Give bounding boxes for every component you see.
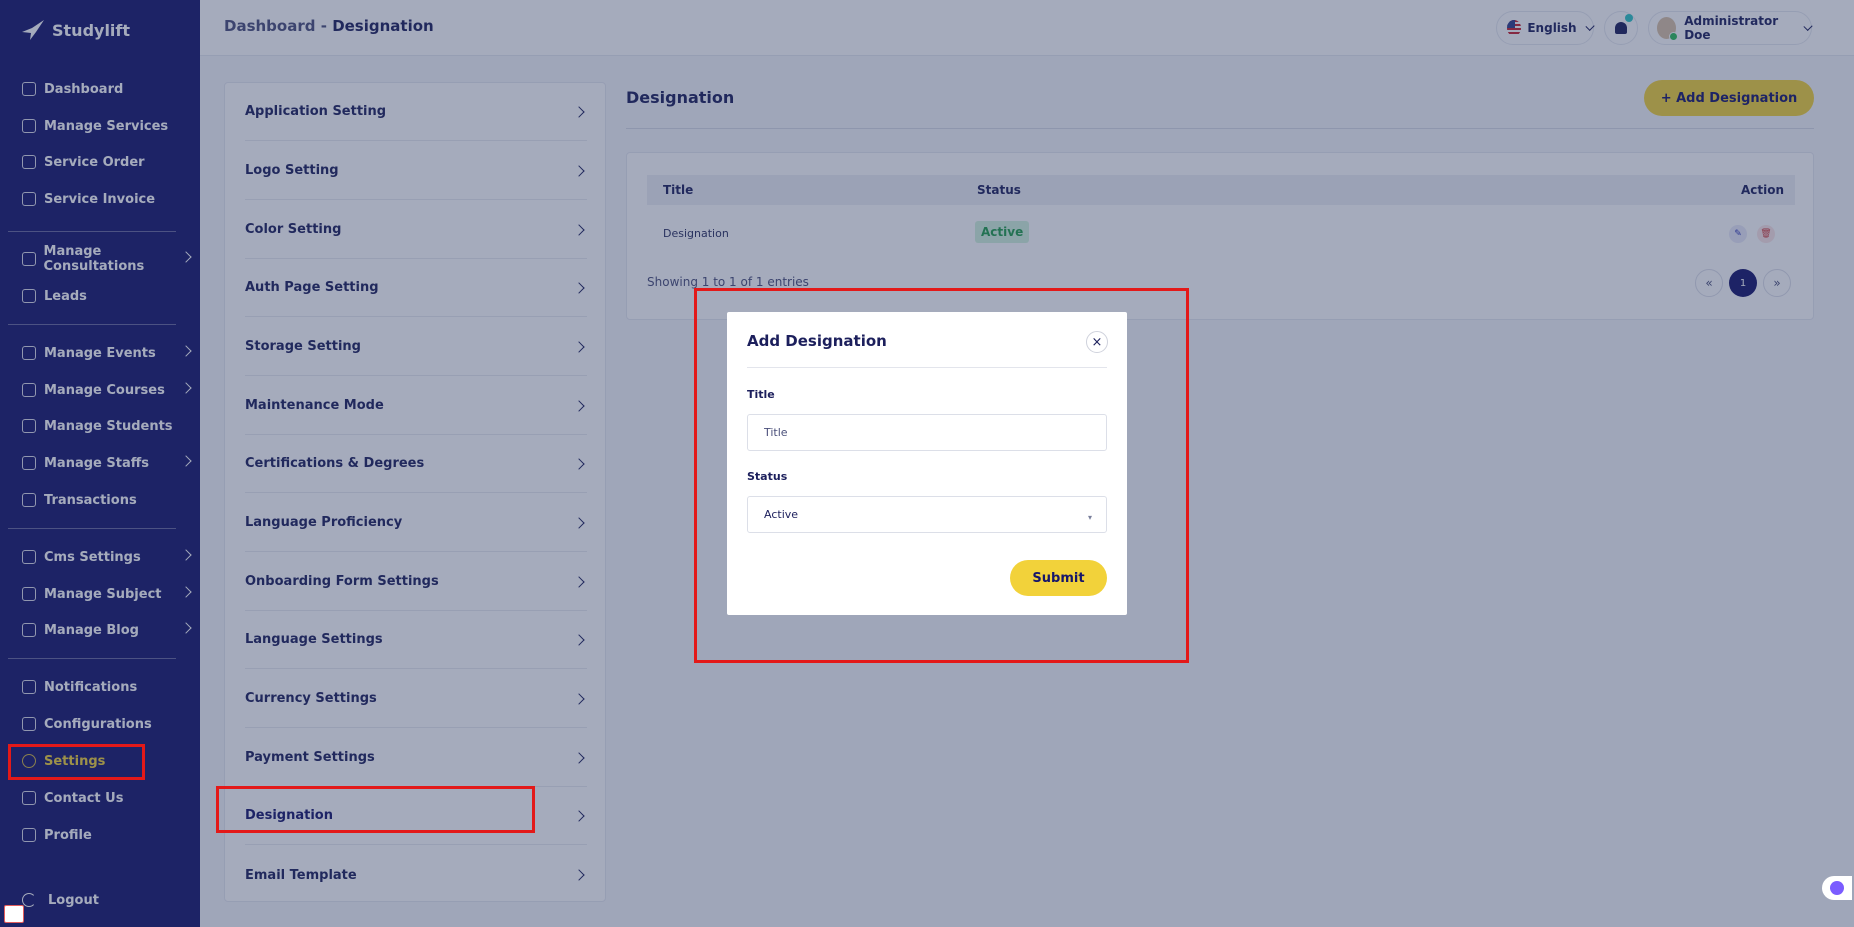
highlight-settings <box>8 744 145 780</box>
chevron-down-icon: ▾ <box>1087 513 1092 522</box>
debugbar-icon[interactable] <box>4 905 24 923</box>
modal-title: Add Designation <box>747 332 887 350</box>
status-label: Status <box>747 470 788 483</box>
close-button[interactable]: × <box>1086 331 1108 353</box>
modal-divider <box>747 367 1107 368</box>
title-input[interactable] <box>747 414 1107 451</box>
status-select-value: Active <box>764 508 799 521</box>
add-designation-modal: Add Designation × Title Status Active ▾ … <box>727 312 1127 615</box>
highlight-designation <box>216 786 535 833</box>
title-label: Title <box>747 388 775 401</box>
assistant-widget[interactable] <box>1822 876 1852 900</box>
brain-icon <box>1830 881 1844 895</box>
close-icon: × <box>1091 334 1103 350</box>
status-select[interactable]: Active ▾ <box>747 496 1107 533</box>
submit-button[interactable]: Submit <box>1010 560 1107 596</box>
